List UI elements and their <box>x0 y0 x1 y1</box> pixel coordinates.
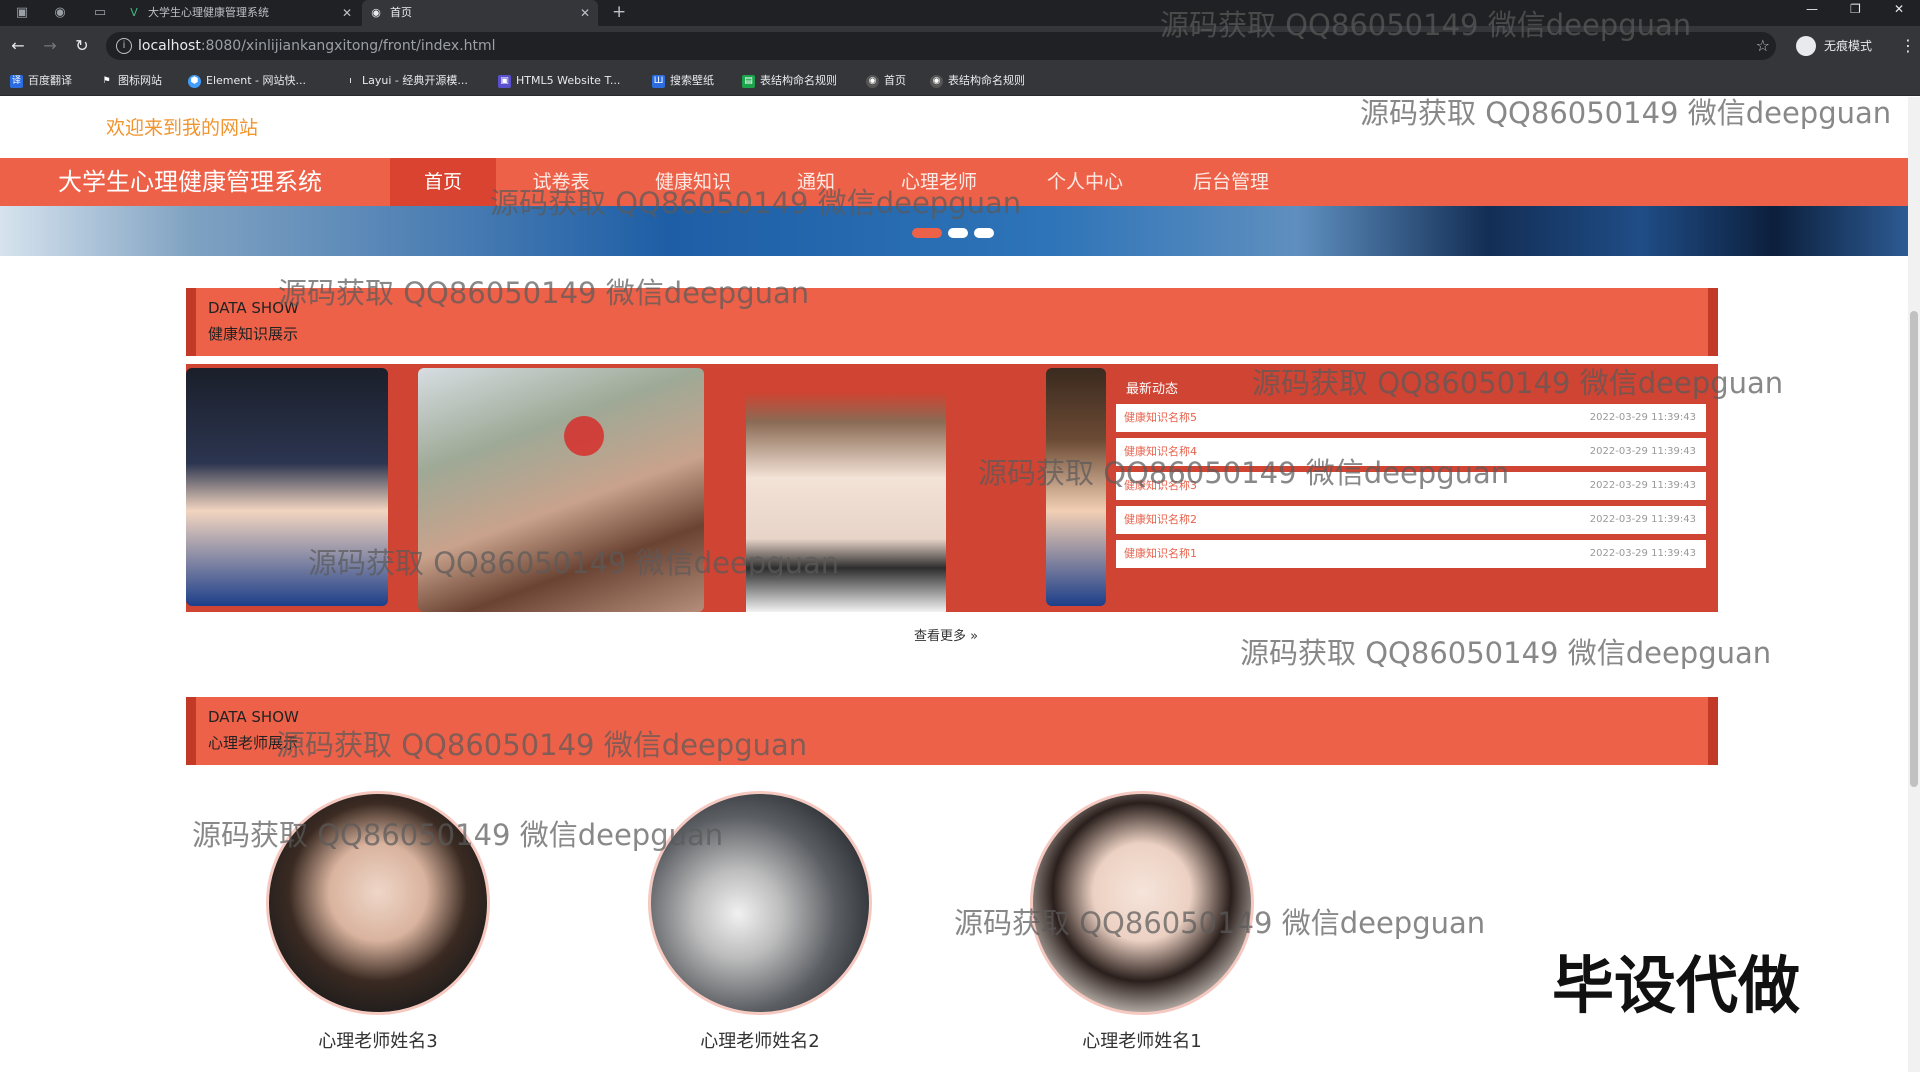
tab-title: 首页 <box>390 6 412 19</box>
site-brand[interactable]: 大学生心理健康管理系统 <box>58 158 322 206</box>
page-scrollbar[interactable] <box>1908 97 1920 1072</box>
bookmark-item[interactable]: ▤ 表结构命名规则 <box>742 66 837 96</box>
bookmark-item[interactable]: ◉ 首页 <box>866 66 906 96</box>
bookmark-item[interactable]: ◉ 表结构命名规则 <box>930 66 1025 96</box>
carousel-dot[interactable] <box>974 228 994 238</box>
bookmark-item[interactable]: ⬢ Element - 网站快... <box>188 66 306 96</box>
window-close-icon[interactable]: ✕ <box>1894 0 1904 20</box>
menu-icon[interactable]: ⋮ <box>1900 36 1916 56</box>
watermark: 源码获取 QQ86050149 微信deepguan <box>1252 366 1784 400</box>
flag-icon: ⚑ <box>102 76 111 86</box>
restore-icon[interactable]: ❐ <box>1850 0 1861 20</box>
mouse-cursor-highlight <box>564 416 604 456</box>
reload-icon[interactable]: ↻ <box>72 36 92 56</box>
news-item[interactable]: 健康知识名称1 2022-03-29 11:39:43 <box>1116 540 1706 568</box>
url-text: localhost:8080/xinlijiankangxitong/front… <box>138 38 496 54</box>
close-icon[interactable]: ✕ <box>580 0 590 26</box>
tab-system[interactable]: V 大学生心理健康管理系统 ✕ <box>120 0 360 26</box>
incognito-icon <box>1796 36 1816 56</box>
bookmark-item[interactable]: ı Layui - 经典开源模... <box>344 66 468 96</box>
watermark: 源码获取 QQ86050149 微信deepguan <box>192 818 724 852</box>
bookmark-item[interactable]: ⚑ 图标网站 <box>100 66 162 96</box>
tab-search-icon[interactable]: ▣ <box>12 3 32 23</box>
bookmark-star-icon[interactable]: ☆ <box>1756 32 1770 60</box>
scrollbar-thumb[interactable] <box>1910 311 1918 787</box>
close-icon[interactable]: ✕ <box>342 0 352 26</box>
tab-home[interactable]: ◉ 首页 ✕ <box>362 0 598 26</box>
watermark: 源码获取 QQ86050149 微信deepguan <box>978 456 1510 490</box>
bookmark-item[interactable]: Ш 搜索壁纸 <box>652 66 714 96</box>
view-more-link[interactable]: 查看更多 » <box>914 625 978 644</box>
layui-icon: ı <box>349 76 352 86</box>
watermark: 源码获取 QQ86050149 微信deepguan <box>276 728 808 762</box>
window-icon[interactable]: ▭ <box>90 3 110 23</box>
element-icon: ⬢ <box>188 75 201 88</box>
watermark: 源码获取 QQ86050149 微信deepguan <box>1160 8 1692 42</box>
globe-icon: ◉ <box>930 75 943 88</box>
vue-icon: V <box>130 6 138 19</box>
welcome-text: 欢迎来到我的网站 <box>106 117 259 139</box>
watermark: 源码获取 QQ86050149 微信deepguan <box>1240 636 1772 670</box>
teacher-name: 心理老师姓名3 <box>318 1031 438 1052</box>
watermark: 源码获取 QQ86050149 微信deepguan <box>1360 96 1892 130</box>
tab-title: 大学生心理健康管理系统 <box>148 6 269 19</box>
carousel-dot-active[interactable] <box>912 228 942 238</box>
minimize-icon[interactable]: — <box>1806 0 1818 20</box>
bookmark-item[interactable]: 译百度翻译 <box>10 66 72 96</box>
overlay-stamp: 毕设代做 <box>1552 949 1801 1022</box>
watermark: 源码获取 QQ86050149 微信deepguan <box>490 186 1022 220</box>
wallpaper-icon: Ш <box>652 75 665 88</box>
html5-icon: ▣ <box>498 75 511 88</box>
new-tab-icon[interactable]: + <box>612 0 626 24</box>
carousel-dot[interactable] <box>948 228 968 238</box>
section-cn-title: 健康知识展示 <box>208 325 299 343</box>
globe-icon: ◉ <box>371 6 381 19</box>
news-item[interactable]: 健康知识名称5 2022-03-29 11:39:43 <box>1116 404 1706 432</box>
teacher-name: 心理老师姓名1 <box>1082 1031 1202 1052</box>
incognito-label: 无痕模式 <box>1824 39 1873 53</box>
nav-home[interactable]: 首页 <box>390 158 496 206</box>
watermark: 源码获取 QQ86050149 微信deepguan <box>308 546 840 580</box>
translate-icon: 译 <box>10 75 23 88</box>
watermark: 源码获取 QQ86050149 微信deepguan <box>954 906 1486 940</box>
watermark: 源码获取 QQ86050149 微信deepguan <box>278 276 810 310</box>
nav-personal[interactable]: 个人中心 <box>1032 158 1138 206</box>
teacher-name: 心理老师姓名2 <box>700 1031 820 1052</box>
back-icon[interactable]: ← <box>8 36 28 56</box>
forward-icon[interactable]: → <box>40 36 60 56</box>
news-title: 最新动态 <box>1126 382 1179 397</box>
chrome-icon[interactable]: ◉ <box>50 3 70 23</box>
news-item[interactable]: 健康知识名称2 2022-03-29 11:39:43 <box>1116 506 1706 534</box>
globe-icon: ◉ <box>866 75 879 88</box>
sheet-icon: ▤ <box>742 75 755 88</box>
bookmark-item[interactable]: ▣ HTML5 Website T... <box>498 66 620 96</box>
nav-admin[interactable]: 后台管理 <box>1178 158 1284 206</box>
incognito-indicator[interactable]: 无痕模式 <box>1796 34 1872 58</box>
site-info-icon[interactable]: i <box>116 38 132 54</box>
